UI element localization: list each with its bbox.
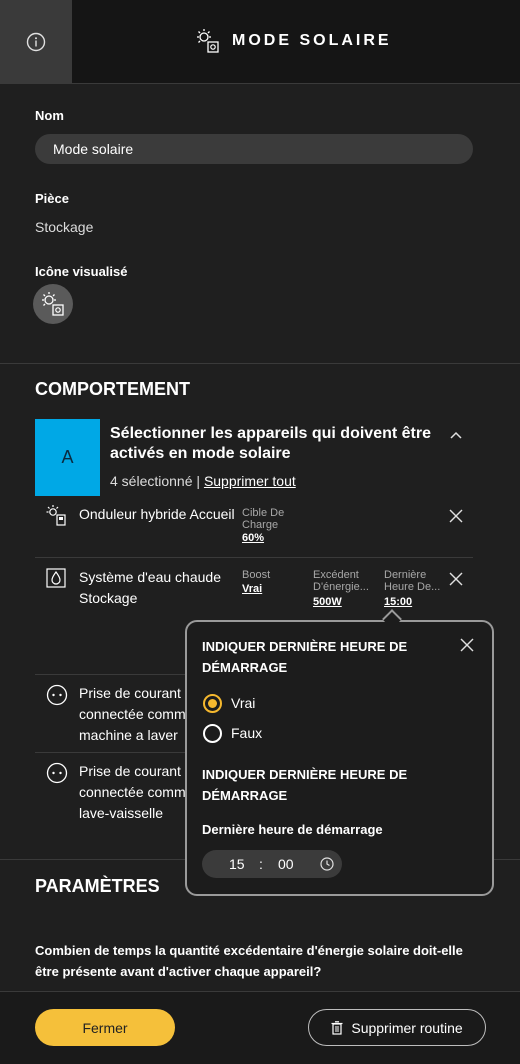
device-select-title: Sélectionner les appareils qui doivent ê…: [110, 425, 431, 462]
solar-inverter-icon: [46, 505, 66, 526]
avatar: A: [35, 419, 100, 496]
radio-true[interactable]: [203, 694, 222, 713]
close-icon[interactable]: [448, 571, 464, 587]
device-name-line: connectée comm: [79, 784, 186, 800]
name-input[interactable]: [35, 134, 473, 164]
page-title: MODE SOLAIRE: [232, 32, 392, 49]
device-name: Onduleur hybride Accueil: [79, 506, 235, 522]
trash-icon: [331, 1020, 343, 1035]
params-title: PARAMÈTRES: [35, 876, 160, 896]
device-name-line: Prise de courant: [79, 763, 181, 779]
device-attr-label: Cible De Charge: [242, 507, 285, 531]
title-group: MODE SOLAIRE: [196, 28, 392, 54]
radio-false[interactable]: [203, 724, 222, 743]
time-separator: :: [259, 856, 263, 872]
radio-false-label: Faux: [231, 725, 263, 741]
popup-heading: INDIQUER DERNIÈRE HEURE DE DÉMARRAGE: [202, 639, 408, 675]
close-button[interactable]: Fermer: [35, 1009, 175, 1046]
minute-field[interactable]: 00: [278, 856, 294, 872]
device-attr-value[interactable]: Vrai: [242, 583, 262, 595]
device-name-line: Prise de courant: [79, 685, 181, 701]
device-attr-label: Boost: [242, 569, 271, 581]
smart-plug-icon: [46, 762, 68, 784]
icon-label: Icône visualisé: [35, 264, 128, 279]
time-field-label: Dernière heure de démarrage: [202, 822, 383, 837]
chevron-up-icon[interactable]: [448, 428, 464, 444]
hour-field[interactable]: 15: [229, 856, 245, 872]
water-heater-icon: [46, 568, 66, 588]
header: MODE SOLAIRE: [0, 0, 520, 84]
device-name: Prise de courant connectée comm machine …: [79, 683, 186, 746]
solar-mode-icon: [42, 292, 64, 316]
close-icon[interactable]: [448, 508, 464, 524]
divider: [0, 363, 520, 364]
device-name: Système d'eau chaude Stockage: [79, 567, 221, 609]
device-attr-label: Dernière Heure De...: [384, 569, 441, 593]
name-label: Nom: [35, 108, 64, 123]
row-divider: [35, 557, 473, 558]
device-name-line: machine a laver: [79, 727, 178, 743]
params-question: Combien de temps la quantité excédentair…: [35, 943, 463, 979]
clock-icon[interactable]: [320, 857, 334, 871]
device-attr-label: Excédent D'énergie...: [313, 569, 369, 593]
behavior-title: COMPORTEMENT: [35, 379, 190, 399]
remove-all-link[interactable]: Supprimer tout: [204, 473, 296, 489]
time-picker[interactable]: 15 : 00: [202, 850, 342, 878]
selected-count: 4 sélectionné: [110, 473, 193, 489]
device-name-line: Stockage: [79, 590, 138, 606]
delete-routine-label: Supprimer routine: [351, 1019, 463, 1036]
delete-routine-button[interactable]: Supprimer routine: [308, 1009, 486, 1046]
info-button[interactable]: [0, 0, 72, 84]
device-name-line: connectée comm: [79, 706, 186, 722]
selection-summary: 4 sélectionné | Supprimer tout: [110, 473, 296, 489]
device-attr-value[interactable]: 15:00: [384, 596, 412, 608]
separator: |: [196, 473, 201, 489]
device-attr-value[interactable]: 60%: [242, 532, 264, 544]
radio-true-label: Vrai: [231, 695, 256, 711]
device-attr-value[interactable]: 500W: [313, 596, 342, 608]
device-name-line: Système d'eau chaude: [79, 569, 221, 585]
info-icon: [26, 32, 46, 52]
close-icon[interactable]: [459, 637, 475, 653]
popup-heading: INDIQUER DERNIÈRE HEURE DE DÉMARRAGE: [202, 767, 408, 803]
solar-mode-icon: [197, 29, 219, 53]
room-value[interactable]: Stockage: [35, 219, 93, 235]
icon-picker[interactable]: [33, 284, 73, 324]
room-label: Pièce: [35, 191, 69, 206]
smart-plug-icon: [46, 684, 68, 706]
device-name-line: lave-vaisselle: [79, 805, 164, 821]
device-name: Prise de courant connectée comm lave-vai…: [79, 761, 186, 824]
